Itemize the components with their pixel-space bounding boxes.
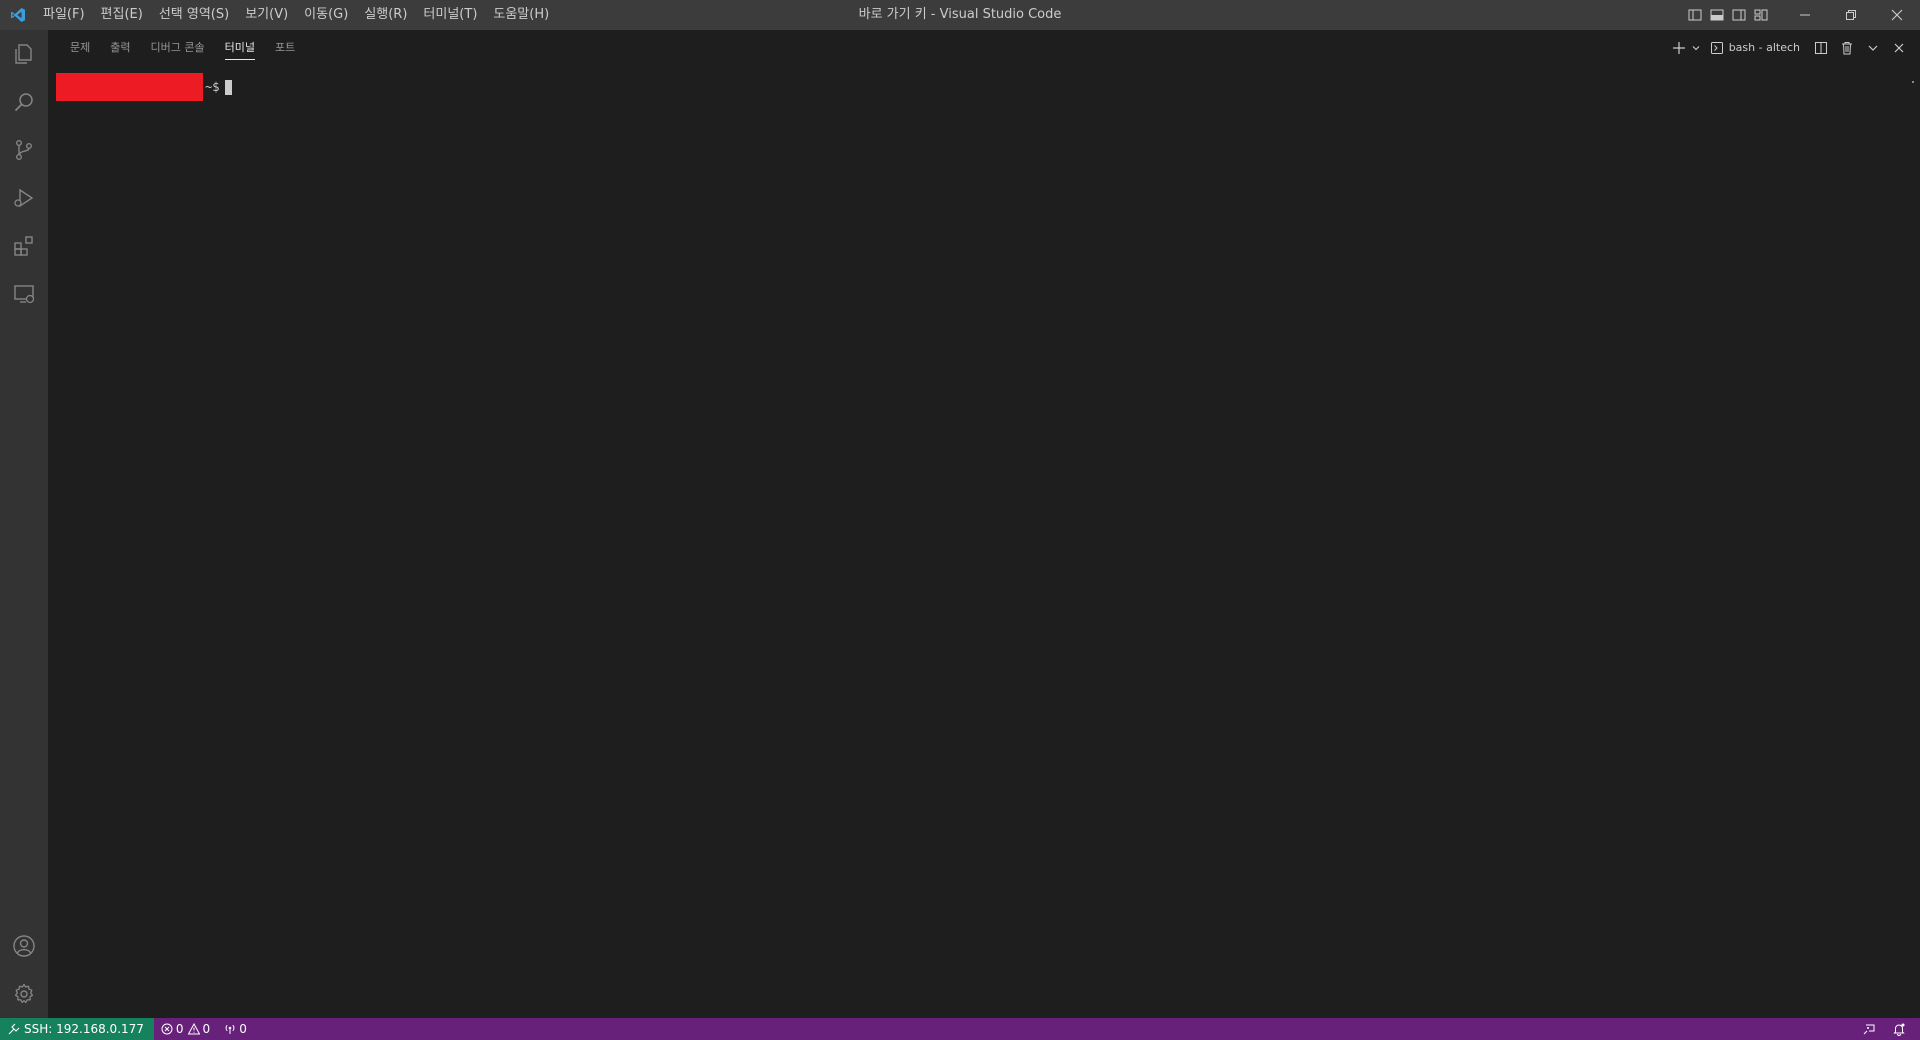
toggle-primary-sidebar-icon[interactable] [1684,0,1706,30]
problems-status[interactable]: 0 0 [154,1018,217,1040]
tab-debug-console[interactable]: 디버그 콘솔 [141,30,215,65]
activity-bar [0,30,48,1018]
terminal-selector[interactable]: bash - altech [1710,41,1800,55]
menu-terminal[interactable]: 터미널(T) [415,0,485,30]
new-terminal-icon[interactable] [1668,37,1690,59]
restore-icon[interactable] [1828,0,1874,30]
accounts-icon[interactable] [0,922,48,970]
error-icon [161,1023,173,1035]
redacted-user-host [56,73,203,101]
terminal-panel: 문제 출력 디버그 콘솔 터미널 포트 bash - altech ~$ [48,30,1920,1018]
error-count: 0 [175,1022,184,1036]
ports-status[interactable]: 0 [217,1018,254,1040]
menu-edit[interactable]: 편집(E) [93,0,151,30]
close-window-icon[interactable] [1874,0,1920,30]
toggle-secondary-sidebar-icon[interactable] [1728,0,1750,30]
terminal-cursor [225,79,233,95]
menu-go[interactable]: 이동(G) [296,0,356,30]
tab-ports[interactable]: 포트 [265,30,305,65]
menu-help[interactable]: 도움말(H) [485,0,557,30]
terminal-icon [1710,41,1723,54]
split-terminal-icon[interactable] [1810,37,1832,59]
explorer-icon[interactable] [0,30,48,78]
warning-count: 0 [202,1022,211,1036]
terminal-name: bash - altech [1728,41,1800,54]
remote-explorer-icon[interactable] [0,270,48,318]
panel-actions: bash - altech [1664,30,1910,65]
feedback-icon[interactable] [1854,1018,1884,1040]
terminal-body[interactable]: ~$ [56,73,1920,1018]
minimize-icon[interactable] [1782,0,1828,30]
status-bar: SSH: 192.168.0.177 0 0 0 [0,1018,1920,1040]
terminal-dropdown-chevron-icon[interactable] [1690,37,1702,59]
menu-view[interactable]: 보기(V) [237,0,296,30]
menu-selection[interactable]: 선택 영역(S) [151,0,237,30]
kill-terminal-trash-icon[interactable] [1836,37,1858,59]
search-icon[interactable] [0,78,48,126]
ports-count: 0 [239,1022,247,1036]
notifications-bell-icon[interactable] [1884,1018,1914,1040]
vscode-logo-icon[interactable] [0,0,35,30]
customize-layout-icon[interactable] [1750,0,1772,30]
tab-output[interactable]: 출력 [100,30,140,65]
maximize-panel-chevron-icon[interactable] [1862,37,1884,59]
activity-bottom [0,922,48,1018]
title-bar: 파일(F) 편집(E) 선택 영역(S) 보기(V) 이동(G) 실행(R) 터… [0,0,1920,30]
source-control-icon[interactable] [0,126,48,174]
menu-bar: 파일(F) 편집(E) 선택 영역(S) 보기(V) 이동(G) 실행(R) 터… [35,0,557,30]
remote-indicator[interactable]: SSH: 192.168.0.177 [0,1018,154,1040]
tab-problems[interactable]: 문제 [60,30,100,65]
prompt-suffix: ~$ [205,80,220,94]
status-right [1854,1018,1914,1040]
menu-file[interactable]: 파일(F) [35,0,93,30]
broadcast-icon [225,1024,235,1034]
terminal-scrollbar-marker[interactable] [1912,81,1914,83]
title-actions [1684,0,1920,30]
manage-gear-icon[interactable] [0,970,48,1018]
terminal-prompt-line: ~$ [56,73,1920,101]
extensions-icon[interactable] [0,222,48,270]
tab-terminal[interactable]: 터미널 [215,30,265,65]
toggle-panel-icon[interactable] [1706,0,1728,30]
run-debug-icon[interactable] [0,174,48,222]
remote-label: SSH: 192.168.0.177 [24,1022,144,1036]
menu-run[interactable]: 실행(R) [356,0,415,30]
panel-tabs: 문제 출력 디버그 콘솔 터미널 포트 [48,30,305,65]
close-panel-icon[interactable] [1888,37,1910,59]
panel-header: 문제 출력 디버그 콘솔 터미널 포트 bash - altech [48,30,1920,65]
remote-connection-icon [8,1023,20,1035]
warning-icon [187,1023,200,1035]
